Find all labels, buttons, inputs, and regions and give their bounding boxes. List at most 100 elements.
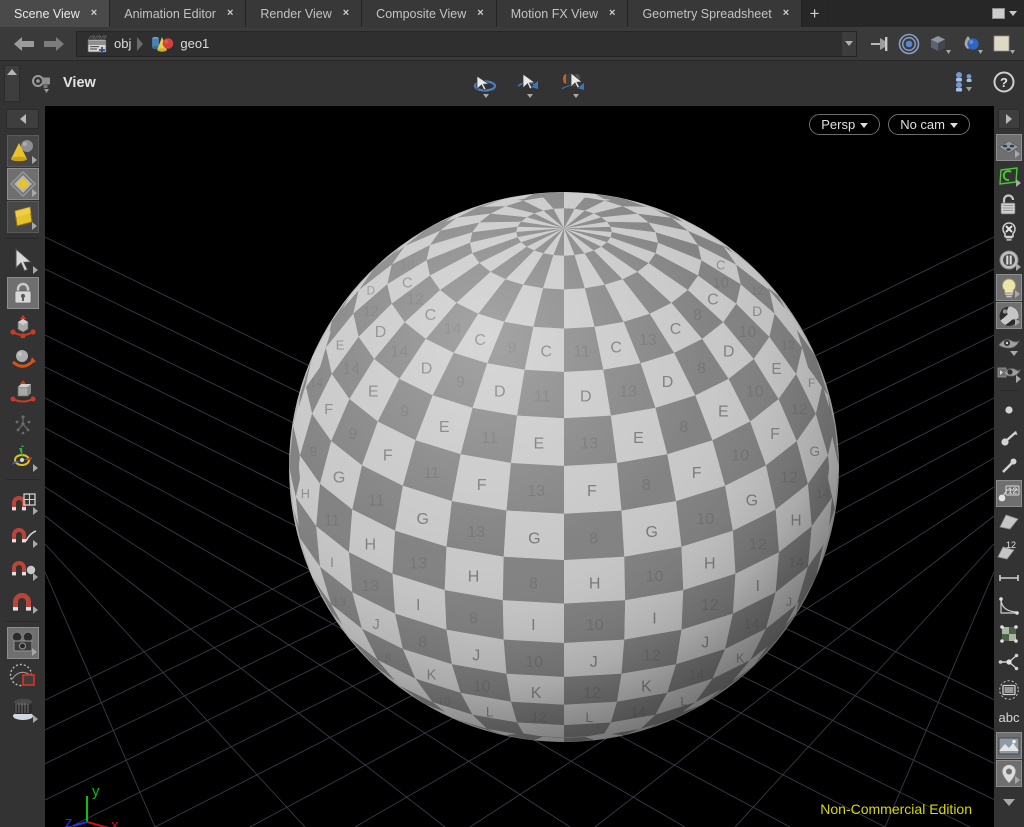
breadcrumb-obj[interactable]: obj <box>83 35 135 53</box>
scene-viewport[interactable]: 11C13C8C10C10C12C14C9CD13D8D10D12D12D14D… <box>45 106 994 827</box>
chevron-down-icon[interactable] <box>1009 11 1017 16</box>
material-display-tool[interactable] <box>996 302 1022 329</box>
add-tab-button[interactable]: + <box>802 0 829 27</box>
attribute-display-tool[interactable] <box>996 676 1022 703</box>
select-geometry-tool[interactable] <box>6 168 39 200</box>
viewport-layout-icon[interactable] <box>954 70 980 94</box>
submenu-arrow[interactable] <box>1015 290 1020 298</box>
right-toolbar-scroll[interactable] <box>998 109 1020 129</box>
submenu-arrow[interactable] <box>32 606 38 614</box>
submenu-arrow[interactable] <box>32 573 38 581</box>
submenu-arrow[interactable] <box>32 715 38 723</box>
view-title-group[interactable]: View <box>30 72 96 94</box>
submenu-arrow[interactable] <box>31 222 37 230</box>
camera-view-tool[interactable] <box>6 627 39 659</box>
tumble-tool-icon[interactable] <box>470 69 500 99</box>
submenu-arrow[interactable] <box>31 648 37 656</box>
headlight-tool[interactable] <box>996 246 1022 273</box>
tab-composite-view[interactable]: Composite View × <box>362 0 497 27</box>
dolly-tool-icon[interactable] <box>558 69 590 99</box>
show-normals-tool[interactable] <box>996 424 1022 451</box>
arrow-forward-icon[interactable] <box>44 36 64 51</box>
show-geometry-tool[interactable] <box>996 330 1022 357</box>
display-geometry-icon[interactable] <box>927 33 952 55</box>
scene-lights-tool[interactable] <box>996 274 1022 301</box>
measure-tool[interactable] <box>996 564 1022 591</box>
arrow-back-icon[interactable] <box>14 36 34 51</box>
path-field[interactable]: obj geo1 <box>76 30 857 57</box>
tab-scene-view[interactable]: Scene View × <box>0 0 111 27</box>
orientation-tool[interactable] <box>7 442 39 474</box>
close-icon[interactable]: × <box>781 7 791 20</box>
more-tools[interactable] <box>996 788 1022 815</box>
crop-region-icon <box>9 663 37 689</box>
display-shaded-tool[interactable] <box>996 134 1022 161</box>
help-icon[interactable]: ? <box>992 70 1016 94</box>
submenu-arrow[interactable] <box>32 464 38 472</box>
unlock-display-tool[interactable] <box>996 190 1022 217</box>
marker-tool[interactable] <box>996 760 1022 787</box>
snap-primitive-tool[interactable] <box>7 518 39 550</box>
submenu-arrow[interactable] <box>31 189 37 197</box>
submenu-arrow[interactable] <box>31 156 37 164</box>
show-point-numbers-tool[interactable]: 12 <box>996 480 1022 507</box>
submenu-arrow[interactable] <box>1015 776 1020 784</box>
arrow-select-tool[interactable] <box>7 244 39 276</box>
snap-grid-tool[interactable] <box>7 485 39 517</box>
group-display-tool[interactable] <box>996 620 1022 647</box>
snap-point-tool[interactable] <box>7 551 39 583</box>
submenu-arrow[interactable] <box>1015 150 1020 158</box>
submenu-arrow[interactable] <box>32 540 38 548</box>
left-toolbar-scroll[interactable] <box>6 109 39 129</box>
submenu-arrow[interactable] <box>1016 179 1021 187</box>
show-prim-numbers-tool[interactable]: 12 <box>996 536 1022 563</box>
submenu-arrow[interactable] <box>1015 318 1020 326</box>
collapse-panel-button[interactable] <box>4 65 20 102</box>
submenu-arrow[interactable] <box>1016 263 1021 271</box>
lens-tool[interactable] <box>7 693 39 725</box>
ghost-geometry-tool[interactable] <box>996 358 1022 385</box>
crop-region-tool[interactable] <box>7 660 39 692</box>
submenu-arrow[interactable] <box>1016 375 1021 383</box>
curve-display-tool[interactable] <box>996 592 1022 619</box>
submenu-arrow[interactable] <box>32 266 38 274</box>
lock-selection-tool[interactable] <box>6 277 39 309</box>
target-icon[interactable] <box>898 33 920 55</box>
track-tool-icon[interactable] <box>514 69 544 99</box>
snap-multi-tool[interactable] <box>7 584 39 616</box>
close-icon[interactable]: × <box>607 7 617 20</box>
close-icon[interactable]: × <box>475 7 485 20</box>
tab-geometry-spreadsheet[interactable]: Geometry Spreadsheet × <box>628 0 803 27</box>
show-vectors-tool[interactable] <box>996 452 1022 479</box>
window-square-icon[interactable] <box>992 8 1005 19</box>
tab-motion-fx-view[interactable]: Motion FX View × <box>496 0 629 27</box>
show-prims-tool[interactable] <box>996 508 1022 535</box>
close-icon[interactable]: × <box>225 7 235 20</box>
handle-tool[interactable] <box>7 409 39 441</box>
curve-icon <box>998 596 1020 616</box>
tab-animation-editor[interactable]: Animation Editor × <box>110 0 247 27</box>
tab-render-view[interactable]: Render View × <box>246 0 363 27</box>
move-tool[interactable] <box>7 310 39 342</box>
no-lights-tool[interactable] <box>996 218 1022 245</box>
select-objects-tool[interactable] <box>6 135 39 167</box>
camera-dropdown[interactable]: No cam <box>888 114 970 135</box>
show-points-tool[interactable] <box>996 396 1022 423</box>
submenu-arrow[interactable] <box>1010 351 1018 356</box>
close-icon[interactable]: × <box>341 7 351 20</box>
select-primitives-tool[interactable] <box>6 201 39 233</box>
display-material-icon[interactable] <box>959 33 984 55</box>
background-image-tool[interactable] <box>996 732 1022 759</box>
scale-tool[interactable] <box>7 376 39 408</box>
breadcrumb-geo1[interactable]: geo1 <box>146 34 213 53</box>
background-color-icon[interactable] <box>991 33 1016 55</box>
rotate-tool[interactable] <box>7 343 39 375</box>
text-display-tool[interactable]: abc <box>996 704 1022 731</box>
pin-icon[interactable] <box>869 34 891 54</box>
uv-display-tool[interactable] <box>996 162 1022 189</box>
node-display-tool[interactable] <box>996 648 1022 675</box>
submenu-arrow[interactable] <box>32 507 38 515</box>
close-icon[interactable]: × <box>89 7 99 20</box>
projection-dropdown[interactable]: Persp <box>809 114 881 135</box>
path-dropdown-button[interactable] <box>842 31 856 56</box>
